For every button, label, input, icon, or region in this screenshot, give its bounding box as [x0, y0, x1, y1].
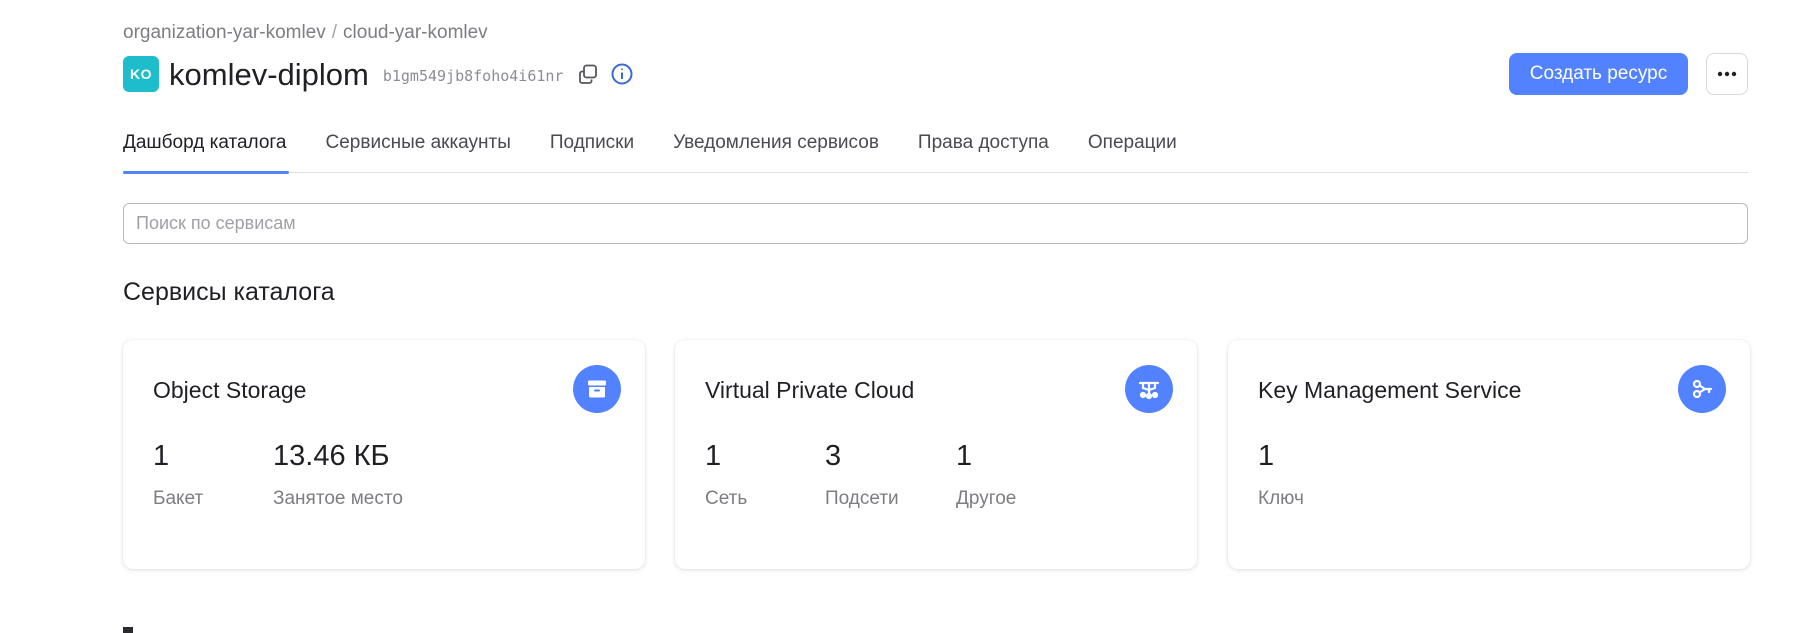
create-resource-button[interactable]: Создать ресурс: [1509, 53, 1688, 95]
tab-service-notifications[interactable]: Уведомления сервисов: [673, 126, 879, 173]
stat-label: Другое: [956, 488, 1017, 509]
breadcrumb: organization-yar-komlev / cloud-yar-koml…: [123, 22, 488, 44]
stat-value: 3: [825, 440, 842, 472]
stat-label: Бакет: [153, 488, 204, 509]
stat-value: 1: [153, 440, 170, 472]
stat-label: Сеть: [705, 488, 748, 509]
breadcrumb-organization[interactable]: organization-yar-komlev: [123, 22, 326, 44]
card-stats: 1 Ключ: [1258, 440, 1304, 510]
card-title: Virtual Private Cloud: [705, 377, 915, 403]
info-icon[interactable]: [609, 61, 635, 87]
stat: 1 Сеть: [705, 440, 825, 510]
stat-value: 13.46 КБ: [273, 440, 390, 472]
key-icon: [1678, 365, 1726, 413]
stat: 3 Подсети: [825, 440, 956, 510]
tab-access-rights[interactable]: Права доступа: [918, 126, 1049, 173]
cropped-heading-fragment: [123, 627, 133, 633]
ellipsis-icon: [1717, 71, 1737, 77]
folder-id: b1gm549jb8foho4i61nr: [382, 67, 564, 85]
stat: 1 Другое: [956, 440, 1016, 510]
card-stats: 1 Сеть 3 Подсети 1 Другое: [705, 440, 1016, 510]
service-card-kms[interactable]: Key Management Service 1 Ключ: [1228, 340, 1750, 569]
stat-value: 1: [705, 440, 722, 472]
tab-service-accounts[interactable]: Сервисные аккаунты: [326, 126, 511, 173]
tab-operations[interactable]: Операции: [1088, 126, 1177, 173]
stat-label: Подсети: [825, 488, 899, 509]
tab-dashboard[interactable]: Дашборд каталога: [123, 126, 289, 174]
page-title: komlev-diplom: [169, 56, 369, 92]
more-actions-button[interactable]: [1706, 53, 1748, 95]
card-stats: 1 Бакет 13.46 КБ Занятое место: [153, 440, 403, 510]
network-icon: [1125, 365, 1173, 413]
copy-icon[interactable]: [575, 61, 601, 87]
breadcrumb-cloud[interactable]: cloud-yar-komlev: [343, 22, 488, 44]
service-card-vpc[interactable]: Virtual Private Cloud 1 Сеть 3 Подсети 1…: [675, 340, 1197, 569]
service-search-input[interactable]: [123, 203, 1748, 244]
stat-value: 1: [956, 440, 973, 472]
service-card-object-storage[interactable]: Object Storage 1 Бакет 13.46 КБ Занятое …: [123, 340, 645, 569]
tab-subscriptions[interactable]: Подписки: [550, 126, 634, 173]
tabs-bar: Дашборд каталога Сервисные аккаунты Подп…: [123, 126, 1748, 174]
breadcrumb-separator: /: [331, 22, 338, 43]
section-title: Сервисы каталога: [123, 278, 335, 306]
card-title: Object Storage: [153, 377, 307, 403]
stat-label: Ключ: [1258, 488, 1304, 509]
card-title: Key Management Service: [1258, 377, 1522, 403]
page: organization-yar-komlev / cloud-yar-koml…: [0, 0, 1798, 633]
folder-badge: KO: [123, 56, 159, 92]
stat-value: 1: [1258, 440, 1275, 472]
stat-label: Занятое место: [273, 488, 403, 509]
storage-icon: [573, 365, 621, 413]
stat: 1 Бакет: [153, 440, 273, 510]
stat: 1 Ключ: [1258, 440, 1304, 510]
stat: 13.46 КБ Занятое место: [273, 440, 403, 510]
title-row: KO komlev-diplom b1gm549jb8foho4i61nr: [123, 55, 635, 93]
